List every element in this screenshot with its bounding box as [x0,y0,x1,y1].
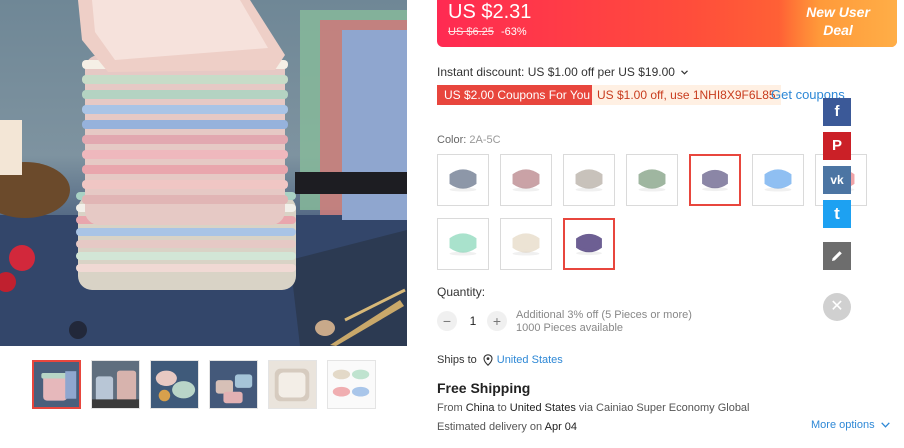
color-swatch-9[interactable] [500,218,552,270]
swatch-plate-image [753,155,803,205]
close-icon: ✕ [830,298,844,315]
product-main-image[interactable] [0,0,407,346]
quantity-increase-button[interactable]: + [487,311,507,331]
instant-discount-text: Instant discount: US $1.00 off per US $1… [437,65,675,79]
thumbnail-6[interactable] [327,360,376,409]
product-photo-illustration [0,0,407,346]
current-price: US $2.31 [448,1,532,23]
vk-icon: vk [830,173,844,187]
color-swatch-3[interactable] [563,154,615,206]
estimated-delivery-date: Apr 04 [544,421,578,433]
estimated-delivery: Estimated delivery on Apr 04 [437,421,577,433]
deal-line: Deal [823,22,853,38]
price-banner: US $2.31 US $6.25 -63% New User Deal [437,0,897,47]
swatch-plate-image [564,155,614,205]
to-word: to [497,402,507,414]
color-label: Color: 2A-5C [437,134,501,146]
twitter-icon: t [834,204,840,223]
original-price: US $6.25 [448,26,494,38]
quantity-label: Quantity: [437,285,486,299]
twitter-share-button[interactable]: t [823,200,851,228]
swatch-plate-image [627,155,677,205]
store-coupon-badge[interactable]: US $2.00 Coupons For You [437,85,598,105]
to-country: United States [509,402,576,414]
quantity-note: Additional 3% off (5 Pieces or more) 100… [516,309,692,335]
swatch-plate-image [501,219,551,269]
ships-to: Ships to United States [437,354,563,366]
new-user-line: New User [806,4,870,20]
thumbnail-5[interactable] [268,360,317,409]
more-shipping-options-link[interactable]: More options [811,419,890,431]
coupon-code-badge[interactable]: US $1.00 off, use 1NHI8X9F6L85 [592,85,781,105]
color-swatch-2[interactable] [500,154,552,206]
thumbnail-1[interactable] [32,360,81,409]
estimated-delivery-label: Estimated delivery on [437,421,543,433]
discount-percent: -63% [501,26,527,38]
swatch-plate-image [565,220,613,268]
chevron-down-icon [681,70,689,75]
color-selected-value: 2A-5C [469,134,501,146]
color-swatch-4[interactable] [626,154,678,206]
chevron-down-icon [880,422,890,428]
swatch-plate-image [691,156,739,204]
shipping-carrier: via Cainiao Super Economy Global [578,402,750,414]
swatch-plate-image [438,219,488,269]
location-pin-icon [483,354,493,366]
vk-share-button[interactable]: vk [823,166,851,194]
close-share-button[interactable]: ✕ [823,293,851,321]
ships-to-label: Ships to [437,354,477,366]
swatch-plate-image [501,155,551,205]
color-swatch-5[interactable] [689,154,741,206]
pinterest-share-button[interactable]: P [823,132,851,160]
thumbnail-4[interactable] [209,360,258,409]
quantity-value[interactable]: 1 [466,314,480,328]
new-user-deal-badge[interactable]: New User Deal [779,0,897,47]
thumbnail-3[interactable] [150,360,199,409]
color-swatch-10[interactable] [563,218,615,270]
color-swatch-8[interactable] [437,218,489,270]
color-swatch-6[interactable] [752,154,804,206]
facebook-share-button[interactable]: f [823,98,851,126]
instant-discount[interactable]: Instant discount: US $1.00 off per US $1… [437,65,689,79]
facebook-icon: f [834,103,840,120]
pinterest-icon: P [831,137,842,154]
stock-available: 1000 Pieces available [516,322,624,334]
free-shipping-title: Free Shipping [437,380,531,396]
from-country: China [465,402,495,414]
quantity-decrease-button[interactable]: − [437,311,457,331]
from-word: From [437,402,463,414]
color-swatch-1[interactable] [437,154,489,206]
bulk-discount-note: Additional 3% off (5 Pieces or more) [516,309,692,321]
thumbnail-2[interactable] [91,360,140,409]
more-options-label: More options [811,419,875,431]
shipping-route: From China to United States via Cainiao … [437,402,750,414]
swatch-plate-image [438,155,488,205]
edit-share-button[interactable] [823,242,851,270]
edit-pencil-icon [832,251,842,261]
ships-to-country-link[interactable]: United States [497,354,563,366]
color-label-text: Color: [437,134,467,146]
